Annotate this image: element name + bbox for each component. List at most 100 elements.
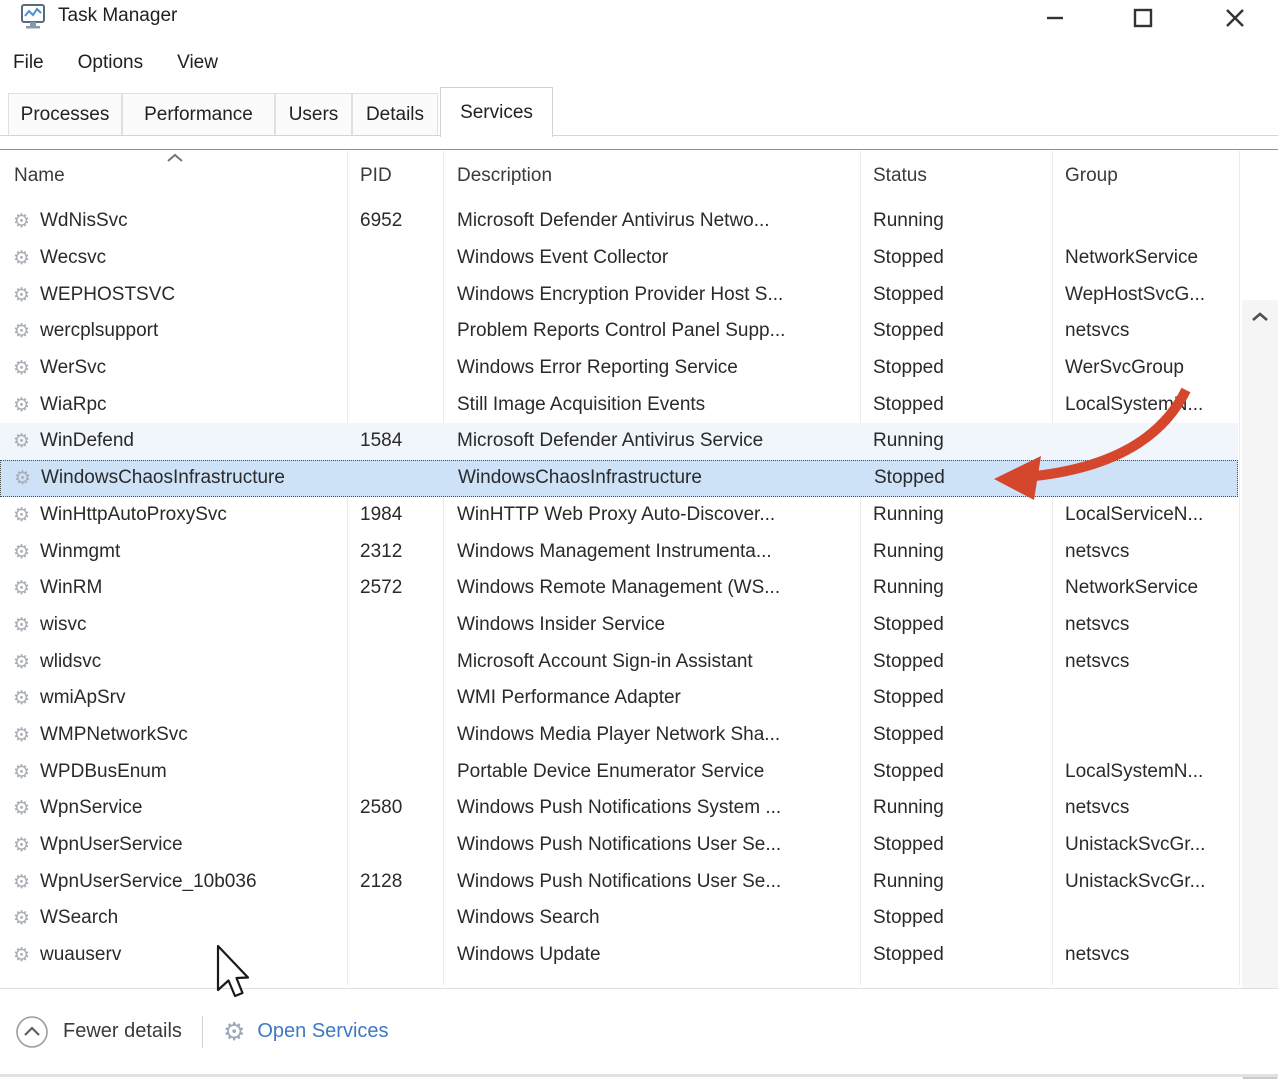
service-gear-icon: ⚙	[13, 577, 30, 599]
table-row[interactable]: ⚙WinHttpAutoProxySvc1984WinHTTP Web Prox…	[0, 497, 1238, 534]
column-header-description[interactable]: Description	[457, 165, 552, 187]
service-status: Running	[873, 871, 1045, 893]
service-group: netsvcs	[1065, 320, 1237, 342]
service-description: Windows Error Reporting Service	[457, 357, 853, 379]
service-status: Running	[873, 541, 1045, 563]
service-gear-icon: ⚙	[13, 430, 30, 452]
service-description: Microsoft Defender Antivirus Netwo...	[457, 210, 853, 232]
service-group: WerSvcGroup	[1065, 357, 1237, 379]
service-name: wisvc	[40, 614, 340, 636]
tab-performance[interactable]: Performance	[122, 93, 275, 135]
service-description: Windows Event Collector	[457, 247, 853, 269]
service-status: Stopped	[873, 320, 1045, 342]
maximize-button[interactable]	[1108, 0, 1178, 36]
service-description: Windows Push Notifications User Se...	[457, 871, 853, 893]
column-header-name[interactable]: Name	[14, 165, 65, 187]
column-header-group[interactable]: Group	[1065, 165, 1118, 187]
table-row[interactable]: ⚙wuauservWindows UpdateStoppednetsvcs	[0, 937, 1238, 974]
tab-users[interactable]: Users	[275, 93, 352, 135]
menu-item-file[interactable]: File	[13, 48, 44, 78]
tab-processes[interactable]: Processes	[8, 93, 122, 135]
vertical-scrollbar[interactable]	[1242, 300, 1278, 1079]
service-group: LocalSystemN...	[1065, 394, 1237, 416]
maximize-icon	[1131, 6, 1155, 30]
service-description: Windows Encryption Provider Host S...	[457, 284, 853, 306]
table-row[interactable]: ⚙WerSvcWindows Error Reporting ServiceSt…	[0, 350, 1238, 387]
service-group: LocalServiceN...	[1065, 504, 1237, 526]
task-manager-app-icon	[20, 3, 46, 31]
table-row[interactable]: ⚙wisvcWindows Insider ServiceStoppednets…	[0, 607, 1238, 644]
service-name: WinDefend	[40, 430, 340, 452]
service-gear-icon: ⚙	[13, 614, 30, 636]
service-name: WpnUserService	[40, 834, 340, 856]
service-group: netsvcs	[1065, 651, 1237, 673]
minimize-button[interactable]	[1020, 0, 1090, 36]
menu-bar: File Options View	[0, 40, 1278, 86]
table-row[interactable]: ⚙WdNisSvc6952Microsoft Defender Antiviru…	[0, 203, 1238, 240]
service-pid: 2580	[360, 797, 438, 819]
column-header-pid[interactable]: PID	[360, 165, 392, 187]
service-status: Stopped	[873, 357, 1045, 379]
service-description: Windows Media Player Network Sha...	[457, 724, 853, 746]
service-group: netsvcs	[1065, 541, 1237, 563]
table-row[interactable]: ⚙WinRM2572Windows Remote Management (WS.…	[0, 570, 1238, 607]
table-row[interactable]: ⚙wmiApSrvWMI Performance AdapterStopped	[0, 680, 1238, 717]
table-row[interactable]: ⚙WpnUserServiceWindows Push Notification…	[0, 827, 1238, 864]
table-row[interactable]: ⚙Winmgmt2312Windows Management Instrumen…	[0, 533, 1238, 570]
service-description: WindowsChaosInfrastructure	[458, 467, 854, 489]
service-name: WinHttpAutoProxySvc	[40, 504, 340, 526]
service-description: Windows Push Notifications System ...	[457, 797, 853, 819]
open-services-link[interactable]: ⚙ Open Services	[223, 1017, 389, 1046]
service-description: Windows Search	[457, 907, 853, 929]
table-row[interactable]: ⚙WpnService2580Windows Push Notification…	[0, 790, 1238, 827]
service-status: Running	[873, 504, 1045, 526]
menu-item-options[interactable]: Options	[78, 48, 143, 78]
service-group: UnistackSvcGr...	[1065, 834, 1237, 856]
service-description: WinHTTP Web Proxy Auto-Discover...	[457, 504, 853, 526]
service-group: netsvcs	[1065, 944, 1237, 966]
service-gear-icon: ⚙	[13, 834, 30, 856]
service-pid: 2312	[360, 541, 438, 563]
service-description: Windows Management Instrumenta...	[457, 541, 853, 563]
table-row[interactable]: ⚙WiaRpcStill Image Acquisition EventsSto…	[0, 386, 1238, 423]
fewer-details-button[interactable]: Fewer details	[15, 1015, 182, 1049]
service-gear-icon: ⚙	[13, 651, 30, 673]
close-button[interactable]	[1200, 0, 1270, 36]
table-row[interactable]: ⚙ WinDefend 1584 Microsoft Defender Antivir…	[0, 423, 1238, 460]
table-row[interactable]: ⚙wlidsvcMicrosoft Account Sign-in Assist…	[0, 643, 1238, 680]
service-status: Stopped	[874, 467, 1046, 489]
tabstrip-baseline	[0, 135, 1278, 136]
service-group: WepHostSvcG...	[1065, 284, 1237, 306]
menu-item-view[interactable]: View	[177, 48, 218, 78]
service-description: Microsoft Defender Antivirus Service	[457, 430, 853, 452]
service-description: Problem Reports Control Panel Supp...	[457, 320, 853, 342]
service-gear-icon: ⚙	[13, 944, 30, 966]
service-group: netsvcs	[1065, 797, 1237, 819]
table-row[interactable]: ⚙WecsvcWindows Event CollectorStoppedNet…	[0, 240, 1238, 277]
service-status: Stopped	[873, 394, 1045, 416]
service-status: Stopped	[873, 687, 1045, 709]
scroll-up-button[interactable]	[1242, 300, 1278, 334]
table-header: Name PID Description Status Group	[0, 151, 1278, 203]
service-name: Winmgmt	[40, 541, 340, 563]
tab-details[interactable]: Details	[352, 93, 438, 135]
service-name: WiaRpc	[40, 394, 340, 416]
table-row[interactable]: ⚙WMPNetworkSvcWindows Media Player Netwo…	[0, 717, 1238, 754]
table-row[interactable]: ⚙WpnUserService_10b0362128Windows Push N…	[0, 863, 1238, 900]
table-row[interactable]: ⚙WSearchWindows SearchStopped	[0, 900, 1238, 937]
service-gear-icon: ⚙	[13, 284, 30, 306]
table-row[interactable]: ⚙WindowsChaosInfrastructureWindowsChaosI…	[0, 460, 1238, 497]
service-gear-icon: ⚙	[13, 320, 30, 342]
service-status: Stopped	[873, 247, 1045, 269]
service-pid: 1584	[360, 430, 438, 452]
table-row[interactable]: ⚙wercplsupportProblem Reports Control Pa…	[0, 313, 1238, 350]
service-group: NetworkService	[1065, 577, 1237, 599]
service-description: Windows Remote Management (WS...	[457, 577, 853, 599]
tab-services[interactable]: Services	[440, 87, 553, 137]
task-manager-window: Task Manager FileOptionsView ProcessesPe…	[0, 0, 1278, 1079]
service-gear-icon: ⚙	[13, 797, 30, 819]
service-gear-icon: ⚙	[13, 724, 30, 746]
column-header-status[interactable]: Status	[873, 165, 927, 187]
table-row[interactable]: ⚙WPDBusEnumPortable Device Enumerator Se…	[0, 753, 1238, 790]
table-row[interactable]: ⚙WEPHOSTSVCWindows Encryption Provider H…	[0, 276, 1238, 313]
